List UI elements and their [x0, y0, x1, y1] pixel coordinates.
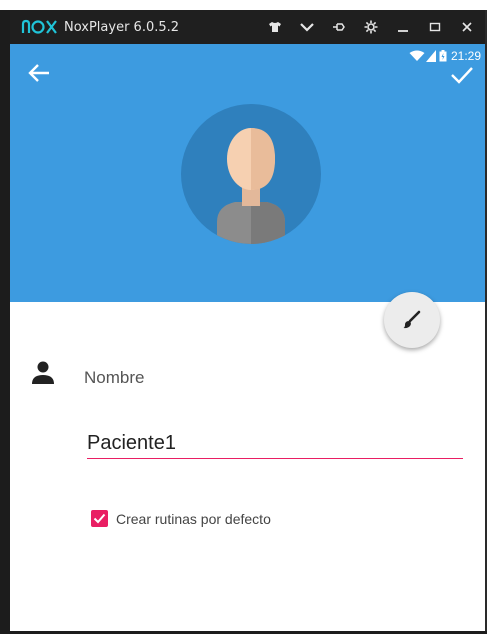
maximize-icon[interactable] [423, 15, 447, 39]
edit-avatar-button[interactable] [384, 292, 440, 348]
default-routines-option[interactable]: Crear rutinas por defecto [91, 510, 271, 527]
pin-icon[interactable] [327, 15, 351, 39]
chevron-down-icon[interactable] [295, 15, 319, 39]
save-button[interactable] [447, 60, 477, 90]
emulator-title-bar[interactable]: NoxPlayer 6.0.5.2 [10, 10, 485, 44]
person-avatar-icon [217, 128, 285, 244]
default-routines-label: Crear rutinas por defecto [116, 510, 271, 527]
window-top-strip [0, 0, 487, 10]
arrow-left-icon [28, 64, 49, 82]
window-title: NoxPlayer 6.0.5.2 [64, 19, 180, 35]
brush-icon [403, 310, 421, 329]
minimize-icon[interactable] [391, 15, 415, 39]
profile-avatar[interactable] [181, 104, 321, 244]
profile-header: 21:29 [10, 44, 485, 302]
window-frame-left [0, 10, 10, 634]
close-icon[interactable] [455, 15, 479, 39]
name-input[interactable] [87, 428, 463, 459]
battery-icon [439, 50, 447, 62]
wifi-icon [409, 50, 425, 61]
check-icon [451, 67, 473, 84]
tshirt-icon[interactable] [263, 15, 287, 39]
name-label: Nombre [84, 368, 145, 387]
nox-logo [20, 17, 58, 37]
signal-icon [425, 50, 436, 62]
title-bar-controls [255, 10, 479, 44]
check-mark-icon [93, 513, 106, 524]
person-icon [30, 360, 56, 386]
default-routines-checkbox[interactable] [91, 510, 108, 527]
back-button[interactable] [24, 58, 54, 88]
settings-icon[interactable] [359, 15, 383, 39]
